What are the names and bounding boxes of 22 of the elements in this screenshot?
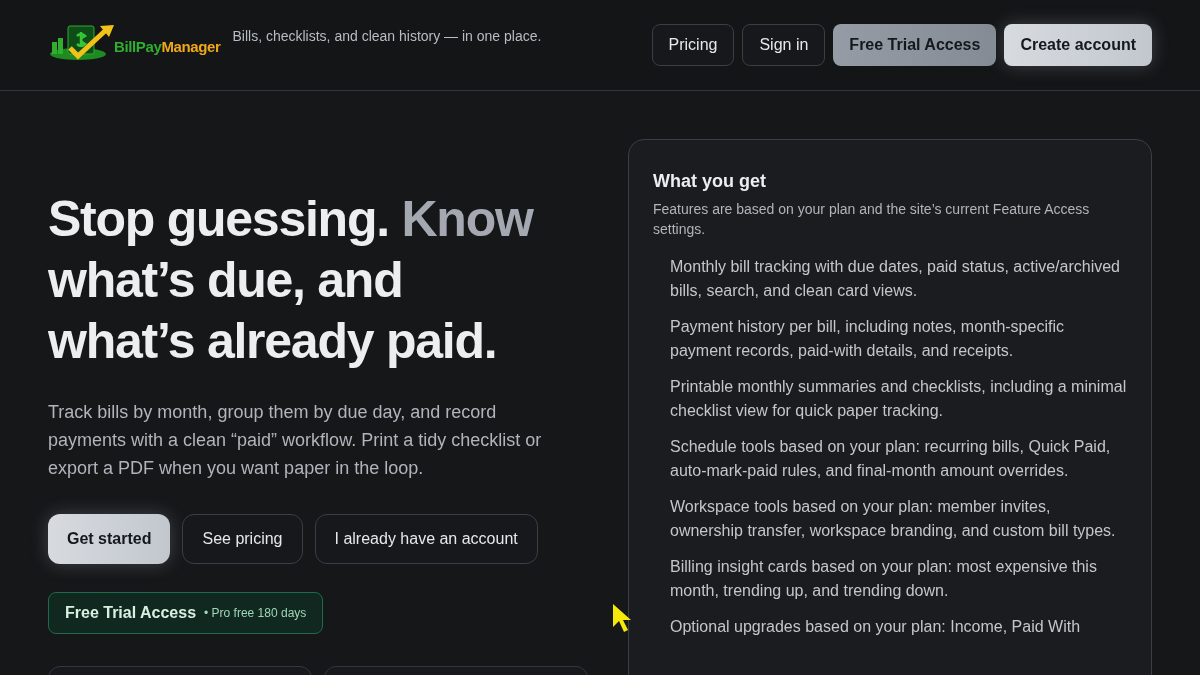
nav-button[interactable]: Pricing <box>651 24 735 66</box>
feature-item: Workspace tools based on your plan: member invites, ownership transfer, workspace branding, and custom bill types. <box>670 497 1117 541</box>
nav-button[interactable]: Sign in <box>742 24 826 66</box>
features-title: What you get <box>653 170 767 193</box>
description: Track bills by month, group them by due day, and record payments with a clean “paid” workflow. Print a tidy checklist or export a PDF when you want paper in the loop. <box>48 401 543 480</box>
headline: Stop guessing. Know what’s due, and what’s already paid. <box>48 190 535 371</box>
feature-item: Monthly bill tracking with due dates, paid status, active/archived bills, search, and clean card views. <box>670 257 1121 301</box>
feature-item: Optional upgrades based on your plan: Income, Paid With <box>670 617 1082 637</box>
badge-title: Free Trial Access <box>65 603 197 623</box>
feature-item: Billing insight cards based on your plan: most expensive this month, trending up, and trending down. <box>670 557 1098 601</box>
badge-note: • Pro free 180 days <box>204 605 307 622</box>
feature-item: Payment history per bill, including notes, month-specific payment records, paid-with details, and receipts. <box>670 317 1065 361</box>
action-button[interactable]: See pricing <box>182 514 303 564</box>
nav-button[interactable]: Free Trial Access <box>833 24 997 66</box>
logo-text: BillPayManager <box>114 36 221 57</box>
tagline: Bills, checklists, and clean history — in one place. <box>232 27 542 46</box>
nav-button[interactable]: Create account <box>1004 24 1152 66</box>
action-button[interactable]: Get started <box>48 514 171 564</box>
feature-item: Printable monthly summaries and checklists, including a minimal checklist view for quick paper tracking. <box>670 377 1127 421</box>
features-subtitle: Features are based on your plan and the site’s current Feature Access settings. <box>653 200 1091 239</box>
feature-item: Schedule tools based on your plan: recurring bills, Quick Paid, auto-mark-paid rules, and final-month amount overrides. <box>670 437 1112 481</box>
action-button[interactable]: I already have an account <box>314 514 538 564</box>
